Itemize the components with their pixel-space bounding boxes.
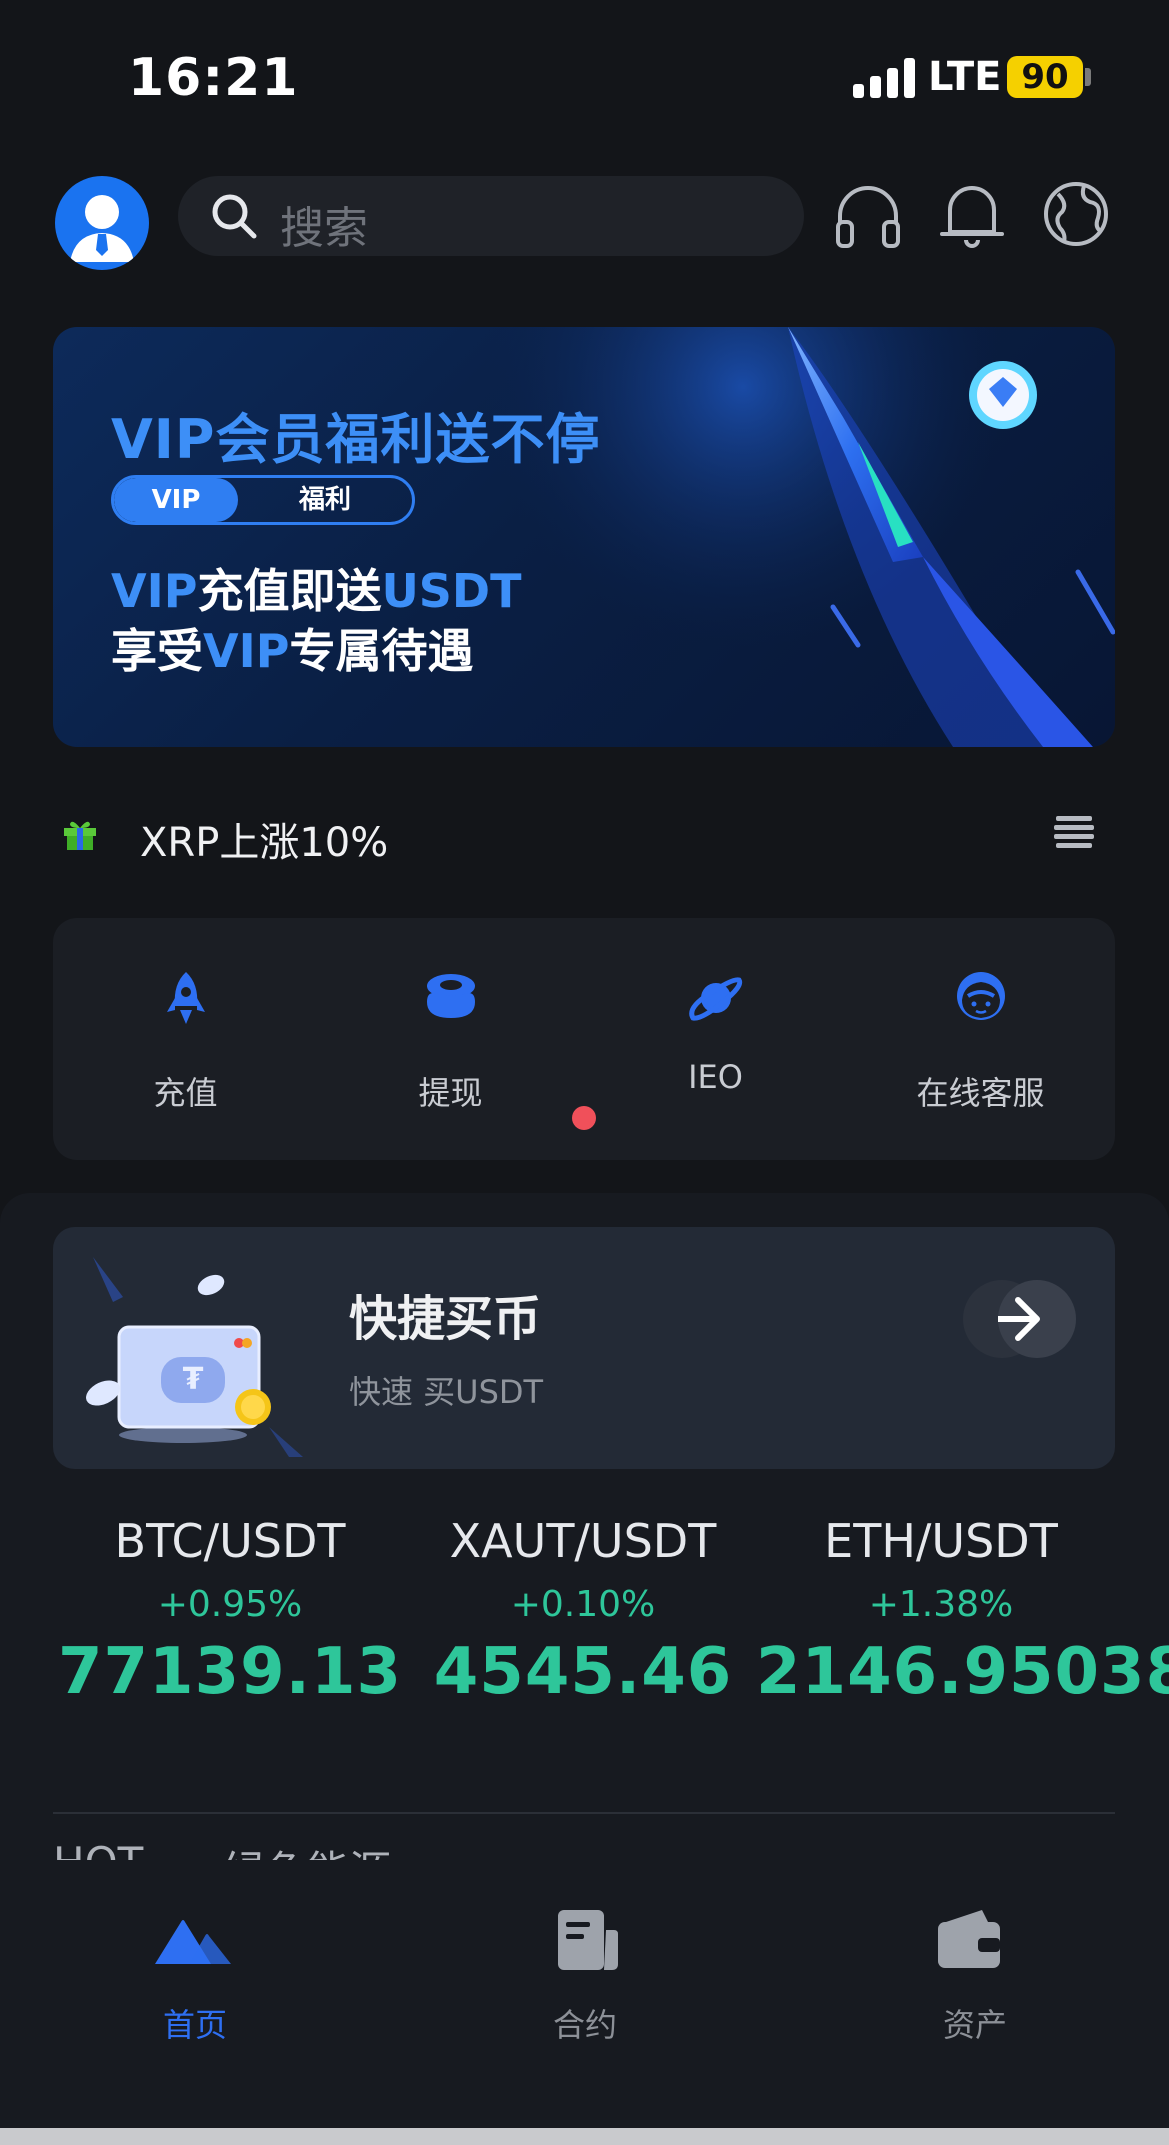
ticker-change: +1.38% (868, 1584, 1014, 1625)
quick-action-support[interactable]: 在线客服 (848, 918, 1113, 1160)
section-tab-hot[interactable]: HOT (53, 1838, 143, 1860)
banner-line-2-c: 专属待遇 (289, 624, 474, 678)
bell-icon[interactable] (936, 178, 1008, 250)
quick-buy-subtitle: 快速 买USDT (349, 1373, 544, 1411)
home-indicator-strip (0, 2128, 1169, 2145)
search-placeholder: 搜索 (280, 203, 368, 254)
quick-action-ieo[interactable]: IEO (583, 918, 848, 1160)
network-type: LTE (928, 54, 1002, 100)
battery-level: 90 (1007, 56, 1083, 98)
arrow-right-icon (983, 1297, 1040, 1341)
search-icon (212, 194, 257, 239)
quick-action-label: 在线客服 (916, 1074, 1045, 1112)
nav-label: 资产 (942, 2006, 1007, 2044)
status-time: 16:21 (128, 48, 299, 108)
quick-buy-card[interactable]: ₮ 快捷买币 快速 买USDT (53, 1227, 1115, 1469)
globe-icon[interactable] (1040, 178, 1112, 250)
cellular-signal-icon (853, 58, 915, 98)
nav-label: 首页 (162, 2006, 227, 2044)
banner-illustration (483, 327, 1115, 747)
home-mountain-icon (155, 1920, 231, 1964)
promo-banner[interactable]: VIP会员福利送不停 VIP 福利 VIP充值即送USDT 享受VIP专属待遇 (53, 327, 1115, 747)
quick-action-withdraw[interactable]: 提现 (318, 918, 583, 1160)
banner-line-1: VIP充值即送USDT (111, 555, 521, 621)
ticker-change: +0.10% (510, 1584, 656, 1625)
banner-tag-vip: VIP (114, 478, 238, 522)
support-agent-icon (957, 972, 1005, 1020)
quick-action-label: 提现 (418, 1074, 483, 1112)
section-tabs: HOT 绿色能源 (53, 1838, 453, 1860)
quick-buy-title: 快捷买币 (349, 1291, 542, 1347)
banner-line-2-a: 享受 (111, 624, 203, 678)
banner-tag-benefit: 福利 (298, 485, 351, 515)
avatar[interactable] (55, 176, 149, 270)
rocket-icon (167, 972, 205, 1024)
bottom-nav: 首页 合约 资产 (0, 1860, 1169, 2128)
page-indicator-dot (572, 1106, 596, 1130)
section-tab-green-energy[interactable]: 绿色能源 (223, 1838, 391, 1860)
ticker-price: 77139.13 (57, 1635, 403, 1709)
banner-title: VIP会员福利送不停 (111, 408, 601, 471)
nav-label: 合约 (552, 2006, 617, 2044)
ticker-change: +0.95% (157, 1584, 303, 1625)
ticker-xaut[interactable]: XAUT/USDT +0.10% 4545.46 (403, 1514, 763, 1709)
ticker-pair: XAUT/USDT (449, 1514, 717, 1568)
ticker-price: 4545.46 (433, 1635, 733, 1709)
nav-contract[interactable]: 合约 (390, 1860, 780, 2060)
user-avatar-icon (70, 195, 134, 262)
ticker-btc[interactable]: BTC/USDT +0.95% 77139.13 (50, 1514, 410, 1709)
contract-icon (558, 1910, 618, 1970)
banner-tag-pill: VIP 福利 (111, 475, 415, 525)
nav-assets[interactable]: 资产 (780, 1860, 1169, 2060)
ticker-price: 2146.95038 (756, 1635, 1169, 1709)
battery-cap (1085, 68, 1091, 86)
search-input[interactable]: 搜索 (178, 176, 804, 256)
coin-stack-icon (427, 974, 475, 1018)
ticker-pair: BTC/USDT (114, 1514, 346, 1568)
headset-icon[interactable] (832, 180, 904, 252)
notice-text[interactable]: XRP上涨10% (140, 810, 388, 868)
banner-line-2-b: VIP (203, 624, 290, 678)
wallet-icon (938, 1910, 1000, 1968)
quick-action-label: 充值 (153, 1074, 218, 1112)
ticker-eth[interactable]: ETH/USDT +1.38% 2146.95038 (756, 1514, 1169, 1709)
banner-line-1-c: USDT (381, 564, 522, 618)
quick-buy-arrow-button[interactable] (983, 1280, 1076, 1358)
planet-icon (689, 977, 743, 1021)
usdt-card-illustration: ₮ (86, 1257, 303, 1457)
section-divider (53, 1812, 1115, 1814)
banner-line-1-b: 充值即送 (197, 564, 382, 618)
banner-line-2: 享受VIP专属待遇 (111, 615, 473, 681)
svg-text:₮: ₮ (183, 1362, 204, 1397)
quick-action-label: IEO (688, 1058, 743, 1096)
nav-home[interactable]: 首页 (0, 1860, 390, 2060)
banner-line-1-a: VIP (111, 564, 198, 618)
menu-list-icon[interactable] (1052, 814, 1096, 850)
quick-action-deposit[interactable]: 充值 (53, 918, 318, 1160)
gift-icon (64, 821, 96, 850)
ticker-pair: ETH/USDT (824, 1514, 1058, 1568)
